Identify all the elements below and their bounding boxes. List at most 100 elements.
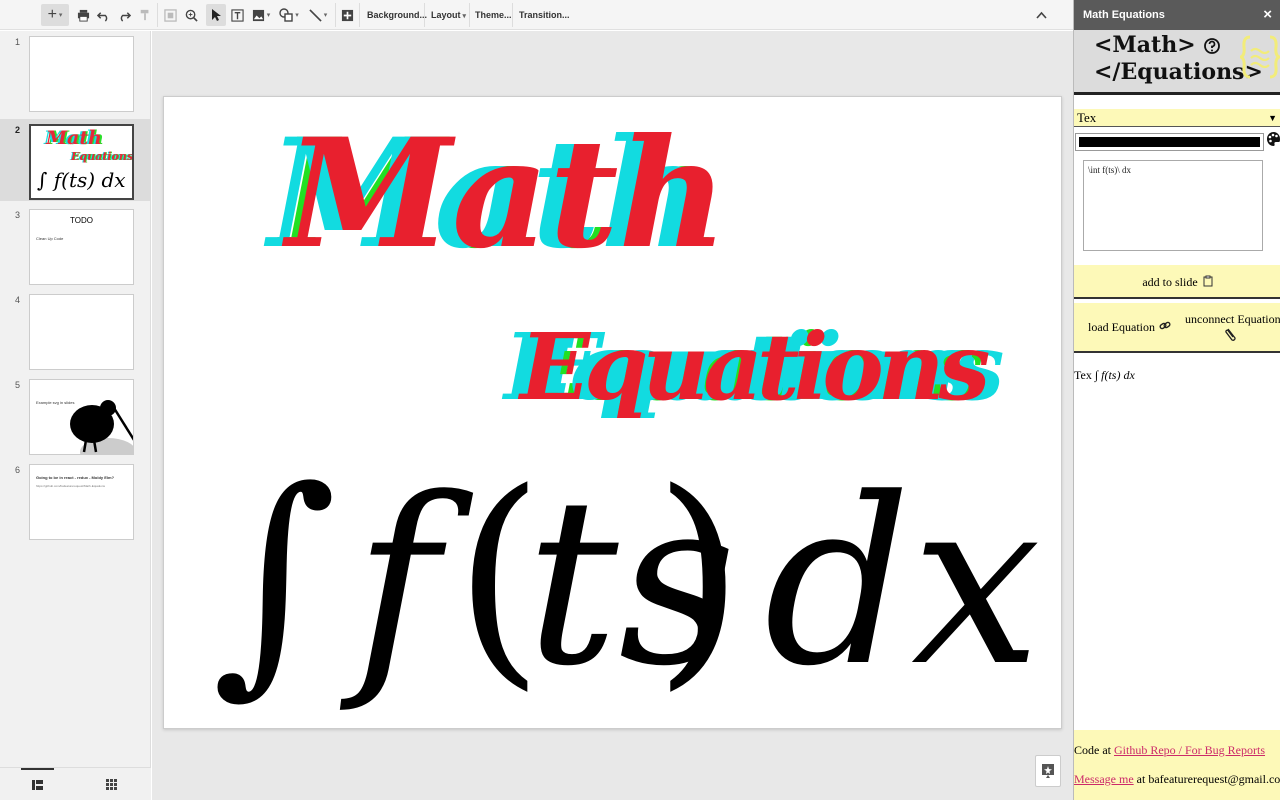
toolbar-divider	[512, 3, 513, 27]
addon-logo-text: <Math> </Equations>	[1094, 32, 1263, 86]
select-tool-button[interactable]	[206, 4, 226, 26]
load-equation-label: load Equation	[1088, 320, 1155, 334]
paint-format-button[interactable]	[137, 4, 153, 26]
addon-banner: <Math> </Equations>	[1074, 30, 1280, 95]
slide-thumbnail-5[interactable]: 5 Example svg in slides	[0, 374, 151, 456]
thumb-title: TODO	[70, 216, 93, 225]
slide-filmstrip: 1 2 Math Equations ∫ f(ts) dx 3 TODO Cle…	[0, 31, 151, 800]
slide-thumbnail-3[interactable]: 3 TODO Clean Up Code	[0, 204, 151, 286]
paint-roller-icon	[140, 9, 149, 21]
image-icon	[252, 9, 264, 21]
chevron-down-icon: ▾	[323, 12, 328, 19]
slide-thumb[interactable]: Math Equations ∫ f(ts) dx	[29, 124, 134, 200]
preview-math: ∫ f(ts) dx	[1094, 368, 1135, 382]
new-slide-button[interactable]: + ▾	[41, 4, 69, 26]
equation-type-select[interactable]: Tex ▼	[1074, 109, 1280, 127]
grid-view-button[interactable]	[95, 768, 128, 800]
add-to-slide-button[interactable]: add to slide	[1074, 265, 1280, 299]
curly-braces-logo-icon	[1240, 35, 1280, 79]
slide-thumb[interactable]: Example svg in slides	[29, 379, 134, 455]
cursor-arrow-icon	[212, 9, 221, 21]
chevron-down-icon: ▼	[1268, 113, 1277, 123]
add-box-icon	[341, 9, 353, 21]
chevron-down-icon: ▾	[266, 12, 271, 19]
filmstrip-view-bar	[0, 767, 151, 800]
formula-integral[interactable]: ∫	[212, 443, 337, 713]
slide-subtitle[interactable]: Equations	[520, 292, 990, 442]
collapse-toolbar-button[interactable]	[1032, 4, 1050, 26]
link-icon	[1159, 321, 1171, 330]
line-button[interactable]: ▾	[305, 4, 331, 26]
latex-input[interactable]: \int f(ts)\ dx	[1083, 160, 1263, 251]
undo-button[interactable]	[94, 4, 112, 26]
slide-thumbnail-2[interactable]: 2 Math Equations ∫ f(ts) dx	[0, 119, 151, 201]
unconnect-equation-button[interactable]: unconnect Equation	[1185, 312, 1280, 345]
equation-type-value: Tex	[1077, 110, 1097, 125]
print-icon	[77, 9, 89, 22]
slide-thumbnail-6[interactable]: 6 Going to be in react - redux - Moldy E…	[0, 459, 151, 541]
toolbar: + ▾ ▾ ▾ ▾ Background... Layout ▾ Theme...	[0, 0, 1073, 30]
slide-number: 6	[15, 465, 21, 475]
message-me-link[interactable]: Message me	[1074, 772, 1134, 786]
explore-button[interactable]	[1035, 755, 1061, 787]
close-icon[interactable]: ×	[1263, 0, 1272, 30]
load-equation-button[interactable]: load Equation	[1088, 320, 1171, 335]
footer-code-prefix: Code at	[1074, 743, 1114, 757]
slide-canvas[interactable]: Math Equations ∫ f ( ts ) dx	[163, 96, 1062, 729]
zoom-button[interactable]	[182, 4, 200, 26]
github-repo-link[interactable]: Github Repo / For Bug Reports	[1114, 743, 1265, 757]
sidebar-footer: Code at Github Repo / For Bug Reports Me…	[1074, 730, 1280, 800]
toolbar-divider	[335, 3, 336, 27]
add-comment-button[interactable]	[339, 4, 355, 26]
background-button[interactable]: Background...	[367, 4, 427, 26]
slide-thumb[interactable]: Going to be in react - redux - Moldy Elm…	[29, 464, 134, 540]
filmstrip-view-button[interactable]	[21, 768, 54, 800]
layout-button[interactable]: Layout ▾	[431, 4, 466, 26]
formula-close-paren[interactable]: )	[654, 443, 744, 713]
chevron-down-icon: ▾	[462, 13, 467, 20]
slide-number: 4	[15, 295, 21, 305]
color-swatch	[1079, 137, 1260, 147]
slide-title[interactable]: Math	[286, 109, 728, 279]
fit-button[interactable]	[161, 4, 179, 26]
insert-image-button[interactable]: ▾	[249, 4, 273, 26]
slide-thumb[interactable]	[29, 294, 134, 370]
shape-icon	[279, 8, 293, 22]
help-icon[interactable]	[1204, 38, 1220, 54]
redo-icon	[120, 11, 131, 22]
print-button[interactable]	[74, 4, 92, 26]
shape-button[interactable]: ▾	[276, 4, 302, 26]
theme-button[interactable]: Theme...	[475, 4, 512, 26]
slide-thumb[interactable]	[29, 36, 134, 112]
transition-button[interactable]: Transition...	[519, 4, 570, 26]
line-icon	[309, 8, 322, 22]
sidebar-title: Math Equations	[1083, 9, 1165, 21]
slide-thumbnail-4[interactable]: 4	[0, 289, 151, 371]
sidebar-header: Math Equations ×	[1074, 0, 1280, 30]
slide-thumbnail-1[interactable]: 1	[0, 31, 151, 113]
palette-icon[interactable]	[1266, 131, 1280, 148]
thumb-formula: ∫ f(ts) dx	[37, 168, 126, 192]
explore-icon	[1042, 764, 1054, 778]
slide-canvas-area: Math Equations ∫ f ( ts ) dx	[152, 31, 1073, 800]
equation-preview: Tex ∫ f(ts) dx	[1074, 368, 1135, 383]
thumb-title: Math	[46, 127, 102, 149]
redo-button[interactable]	[115, 4, 133, 26]
equation-actions-row: load Equation unconnect Equation	[1074, 303, 1280, 353]
layout-label: Layout	[431, 10, 461, 20]
formula-dx[interactable]: dx	[764, 449, 1041, 719]
slide-number: 5	[15, 380, 21, 390]
fit-icon	[163, 8, 177, 22]
equation-color-input[interactable]	[1075, 133, 1264, 151]
formula-f[interactable]: f	[354, 449, 439, 719]
plus-icon: +	[47, 6, 57, 23]
unconnect-equation-label: unconnect Equation	[1185, 312, 1280, 326]
toolbar-divider	[469, 3, 470, 27]
slide-thumb[interactable]: TODO Clean Up Code	[29, 209, 134, 285]
preview-type: Tex	[1074, 368, 1092, 382]
paperclip-icon	[1225, 328, 1236, 341]
text-box-button[interactable]	[229, 4, 245, 26]
thumb-body: Clean Up Code	[36, 236, 64, 241]
thumb-title: Going to be in react - redux - Moldy Elm…	[36, 475, 115, 480]
footer-code-line: Code at Github Repo / For Bug Reports	[1074, 743, 1265, 758]
